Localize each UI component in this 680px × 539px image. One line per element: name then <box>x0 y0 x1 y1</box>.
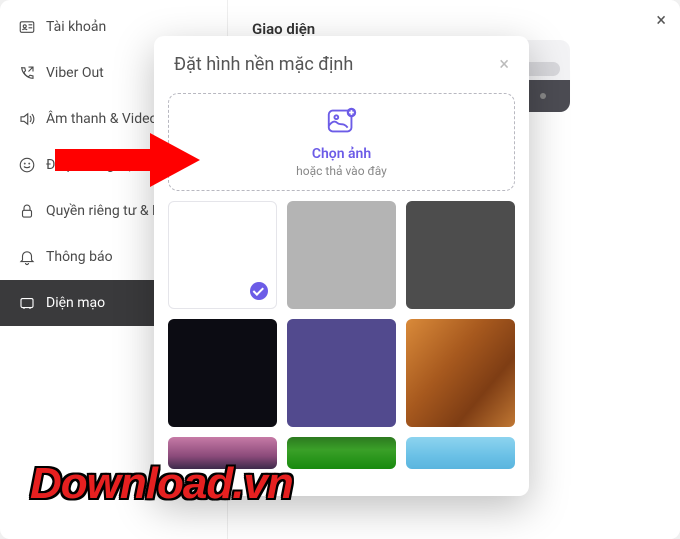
bg-tile-white[interactable] <box>168 201 277 309</box>
dropzone-label: Chọn ảnh <box>312 146 371 162</box>
bg-tile-lightgray[interactable] <box>287 201 396 309</box>
set-background-modal: Đặt hình nền mặc định × Chọn ảnh hoặc th… <box>154 36 529 496</box>
account-card-icon <box>18 18 36 36</box>
modal-header: Đặt hình nền mặc định × <box>154 36 529 85</box>
sidebar-item-label: Thông báo <box>46 249 113 265</box>
dropzone-subtext: hoặc thả vào đây <box>296 164 387 178</box>
bg-tile-black[interactable] <box>168 319 277 427</box>
bell-icon <box>18 248 36 266</box>
modal-close-button[interactable]: × <box>499 54 509 75</box>
bg-tile-darkgray[interactable] <box>406 201 515 309</box>
sidebar-item-label: Viber Out <box>46 65 104 81</box>
smile-icon <box>18 156 36 174</box>
image-dropzone[interactable]: Chọn ảnh hoặc thả vào đây <box>168 93 515 191</box>
window-close-button[interactable]: × <box>656 10 666 31</box>
bg-tile-sky[interactable] <box>406 437 515 469</box>
phone-out-icon <box>18 64 36 82</box>
lock-icon <box>18 202 36 220</box>
modal-body: Chọn ảnh hoặc thả vào đây <box>154 85 529 491</box>
modal-title: Đặt hình nền mặc định <box>174 54 353 75</box>
bg-tile-grass[interactable] <box>287 437 396 469</box>
bg-tile-sunset[interactable] <box>168 437 277 469</box>
settings-window: × Tài khoản Viber Out Âm thanh & Video Đ… <box>0 0 680 539</box>
sidebar-item-label: Âm thanh & Video <box>46 111 158 127</box>
sidebar-item-label: Tài khoản <box>46 19 106 35</box>
appearance-icon <box>18 294 36 312</box>
sidebar-item-label: Diện mạo <box>46 295 105 311</box>
sidebar-item-label: Đa phương tiện <box>46 157 141 173</box>
bg-tile-purple[interactable] <box>287 319 396 427</box>
image-add-icon <box>325 106 359 140</box>
bg-tile-canyon[interactable] <box>406 319 515 427</box>
background-grid <box>168 201 515 469</box>
selected-check-icon <box>250 282 268 300</box>
speaker-icon <box>18 110 36 128</box>
